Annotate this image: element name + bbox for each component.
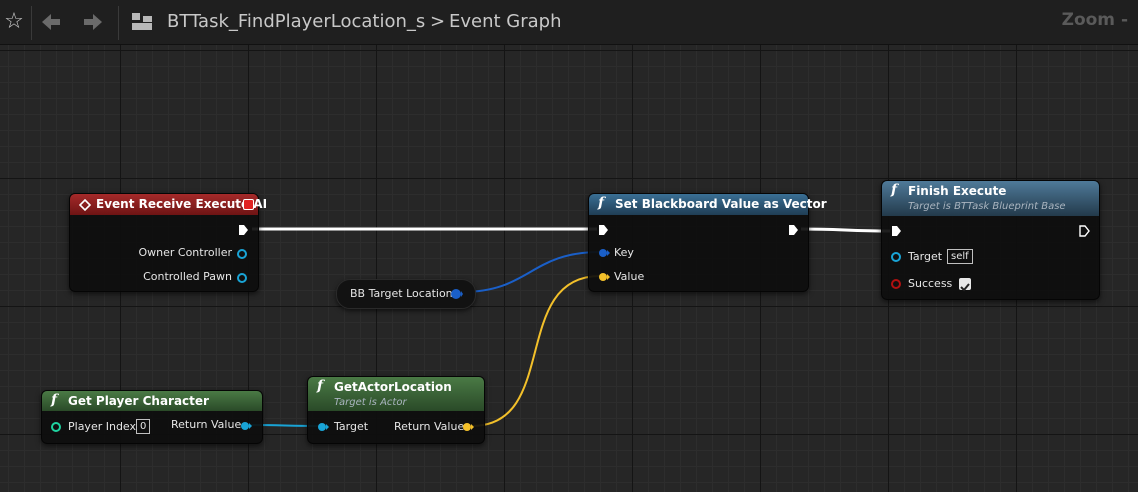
target-default-value[interactable]: self: [947, 249, 973, 264]
node-header: f Set Blackboard Value as Vector: [589, 194, 827, 215]
node-header: f Get Player Character: [42, 391, 262, 411]
key-wire: [461, 251, 601, 293]
success-pin[interactable]: [890, 278, 904, 290]
owner-controller-pin[interactable]: [236, 248, 248, 260]
function-icon: f: [891, 182, 898, 198]
finish-execute-node[interactable]: f Finish Execute Target is BTTask Bluepr…: [881, 180, 1100, 300]
exec-wire-set-to-finish: [800, 227, 891, 233]
controlled-pawn-label: Controlled Pawn: [143, 270, 232, 283]
player-index-label: Player Index: [68, 420, 137, 433]
target-pin[interactable]: [890, 251, 904, 263]
bb-target-location-pin[interactable]: [449, 287, 463, 301]
node-header: f Finish Execute Target is BTTask Bluepr…: [882, 181, 1099, 216]
node-title: GetActorLocation: [334, 380, 452, 394]
event-receive-execute-ai-node[interactable]: Event Receive Execute AI Owner Controlle…: [69, 193, 267, 292]
node-title: Event Receive Execute AI: [96, 197, 268, 211]
return-value-pin[interactable]: [239, 420, 253, 432]
player-index-pin[interactable]: [50, 421, 64, 433]
success-checkbox[interactable]: [959, 278, 971, 292]
player-index-value[interactable]: 0: [136, 419, 151, 434]
target-label: Target: [908, 250, 943, 263]
key-pin[interactable]: [597, 247, 611, 259]
target-pin[interactable]: [316, 421, 330, 433]
node-title: Get Player Character: [68, 394, 209, 408]
owner-controller-label: Owner Controller: [138, 246, 232, 259]
set-blackboard-value-node[interactable]: f Set Blackboard Value as Vector Key Val…: [588, 193, 827, 292]
exec-in-pin[interactable]: [891, 225, 902, 237]
exec-out-pin[interactable]: [1079, 225, 1090, 237]
checkmark-icon: [960, 283, 970, 292]
return-value-label: Return Value: [394, 420, 465, 433]
key-label: Key: [614, 246, 634, 259]
get-player-character-node[interactable]: f Get Player Character Player Index 0 Re…: [41, 390, 263, 444]
success-label: Success: [908, 277, 953, 290]
exec-out-pin[interactable]: [238, 224, 249, 236]
node-subtitle: Target is BTTask Blueprint Base: [908, 201, 1066, 212]
node-header: f GetActorLocation Target is Actor: [308, 377, 484, 411]
function-icon: f: [598, 195, 605, 211]
return-value-label: Return Value: [171, 418, 242, 431]
value-wire: [471, 275, 601, 427]
value-label: Value: [614, 270, 645, 283]
event-delegate-pin[interactable]: [243, 199, 254, 210]
return-value-pin[interactable]: [461, 421, 475, 433]
node-subtitle: Target is Actor: [334, 397, 407, 408]
function-icon: f: [51, 392, 58, 408]
function-icon: f: [317, 378, 324, 394]
exec-in-pin[interactable]: [598, 224, 609, 236]
bb-target-location-node[interactable]: BB Target Location: [336, 279, 476, 309]
node-header: Event Receive Execute AI: [70, 194, 267, 215]
node-title: Set Blackboard Value as Vector: [615, 197, 827, 211]
value-pin[interactable]: [597, 271, 611, 283]
get-actor-location-node[interactable]: f GetActorLocation Target is Actor Targe…: [307, 376, 485, 444]
exec-out-pin[interactable]: [788, 224, 799, 236]
controlled-pawn-pin[interactable]: [236, 272, 248, 284]
event-diamond-icon: [79, 199, 91, 211]
node-title: Finish Execute: [908, 184, 1007, 198]
variable-label: BB Target Location: [350, 287, 453, 300]
target-label: Target: [334, 420, 369, 433]
